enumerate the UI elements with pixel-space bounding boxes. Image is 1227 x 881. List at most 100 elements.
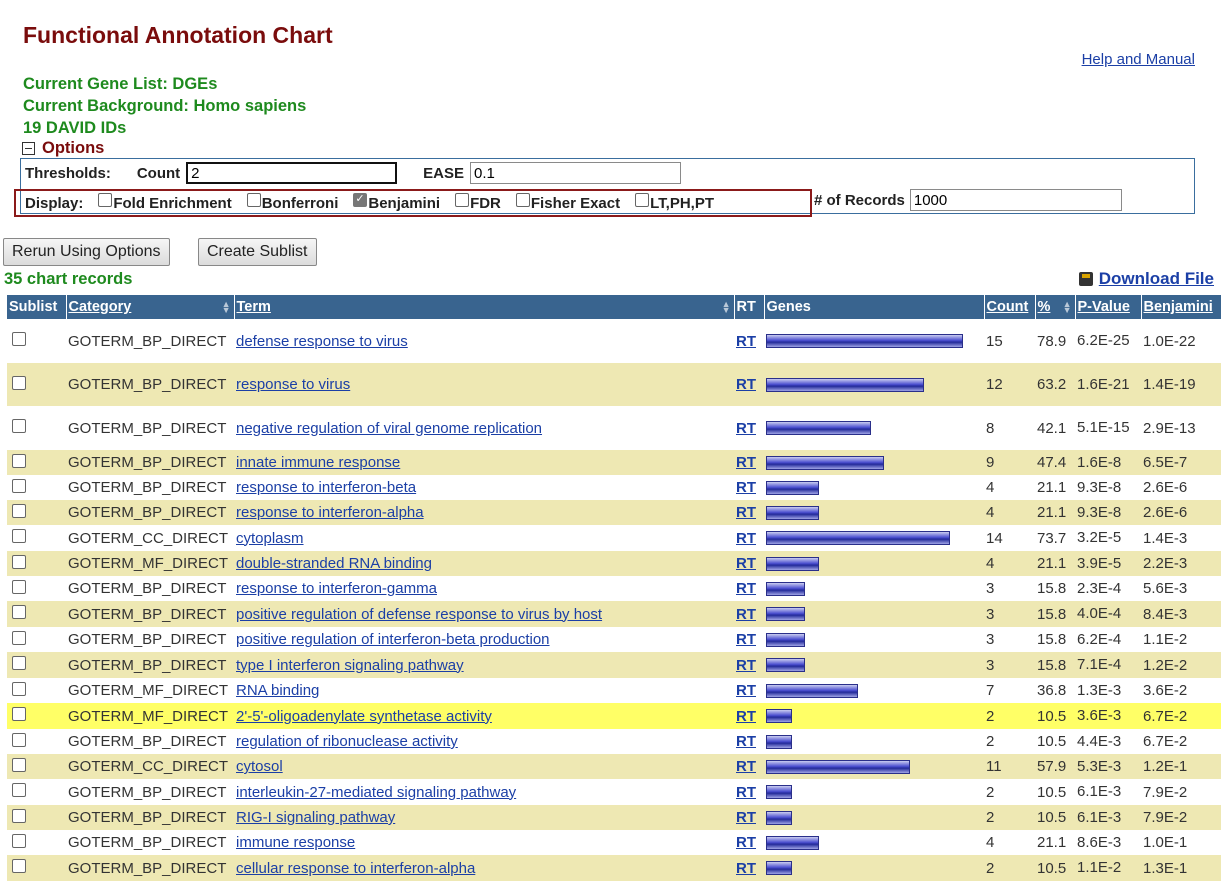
rt-link[interactable]: RT xyxy=(736,758,756,775)
genes-cell[interactable] xyxy=(764,576,984,601)
download-file-link[interactable]: Download File xyxy=(1078,269,1214,289)
display-option[interactable]: Bonferroni xyxy=(246,193,338,212)
genes-cell[interactable] xyxy=(764,475,984,500)
term-link[interactable]: cytoplasm xyxy=(236,530,304,547)
genes-cell[interactable] xyxy=(764,319,984,363)
genes-cell[interactable] xyxy=(764,500,984,525)
sort-count-link[interactable]: Count xyxy=(987,299,1029,315)
rt-link[interactable]: RT xyxy=(736,333,756,350)
gene-count-bar[interactable] xyxy=(766,835,819,850)
rt-link[interactable]: RT xyxy=(736,682,756,699)
display-checkbox[interactable] xyxy=(635,193,650,207)
row-checkbox[interactable] xyxy=(12,630,26,645)
header-benjamini[interactable]: Benjamini xyxy=(1141,295,1222,319)
options-toggle[interactable]: Options xyxy=(22,139,104,158)
genes-cell[interactable] xyxy=(764,363,984,406)
gene-count-bar[interactable] xyxy=(766,861,792,875)
header-percent[interactable]: % ▲ ▼ xyxy=(1035,295,1076,319)
header-count[interactable]: Count xyxy=(984,295,1036,319)
sort-percent-link[interactable]: % xyxy=(1038,299,1051,315)
rt-link[interactable]: RT xyxy=(736,376,756,393)
term-link[interactable]: positive regulation of interferon-beta p… xyxy=(236,631,550,648)
row-checkbox[interactable] xyxy=(12,681,26,696)
gene-count-bar[interactable] xyxy=(766,607,805,621)
term-link[interactable]: response to interferon-gamma xyxy=(236,580,437,597)
count-threshold-input[interactable] xyxy=(186,162,398,184)
header-category[interactable]: Category ▲ ▼ xyxy=(66,295,235,319)
display-option[interactable]: Fisher Exact xyxy=(515,193,620,212)
genes-cell[interactable] xyxy=(764,754,984,779)
rt-link[interactable]: RT xyxy=(736,530,756,547)
rt-link[interactable]: RT xyxy=(736,784,756,801)
display-checkbox[interactable] xyxy=(455,193,470,207)
rt-link[interactable]: RT xyxy=(736,504,756,521)
term-link[interactable]: positive regulation of defense response … xyxy=(236,606,602,623)
row-checkbox[interactable] xyxy=(12,757,26,772)
term-link[interactable]: immune response xyxy=(236,834,355,851)
row-checkbox[interactable] xyxy=(12,707,26,721)
gene-count-bar[interactable] xyxy=(766,377,924,392)
row-checkbox[interactable] xyxy=(12,503,26,518)
gene-count-bar[interactable] xyxy=(766,709,792,723)
genes-cell[interactable] xyxy=(764,703,984,729)
gene-count-bar[interactable] xyxy=(766,632,805,647)
gene-count-bar[interactable] xyxy=(766,455,884,470)
term-link[interactable]: response to interferon-alpha xyxy=(236,504,424,521)
gene-count-bar[interactable] xyxy=(766,556,819,571)
genes-cell[interactable] xyxy=(764,779,984,805)
row-checkbox[interactable] xyxy=(12,859,26,873)
gene-count-bar[interactable] xyxy=(766,505,819,520)
term-link[interactable]: RIG-I signaling pathway xyxy=(236,809,395,826)
gene-count-bar[interactable] xyxy=(766,785,792,799)
display-option[interactable]: LT,PH,PT xyxy=(635,193,714,212)
help-manual-link[interactable]: Help and Manual xyxy=(1082,51,1195,68)
row-checkbox[interactable] xyxy=(12,732,26,747)
genes-cell[interactable] xyxy=(764,601,984,627)
term-link[interactable]: negative regulation of viral genome repl… xyxy=(236,420,542,437)
rt-link[interactable]: RT xyxy=(736,420,756,437)
gene-count-bar[interactable] xyxy=(766,480,819,495)
sort-arrows-icon[interactable]: ▲ ▼ xyxy=(722,300,731,315)
row-checkbox[interactable] xyxy=(12,808,26,823)
create-sublist-button[interactable]: Create Sublist xyxy=(198,238,317,266)
gene-count-bar[interactable] xyxy=(766,734,792,749)
gene-count-bar[interactable] xyxy=(766,759,910,774)
row-checkbox[interactable] xyxy=(12,554,26,569)
genes-cell[interactable] xyxy=(764,805,984,830)
genes-cell[interactable] xyxy=(764,525,984,551)
genes-cell[interactable] xyxy=(764,406,984,450)
term-link[interactable]: double-stranded RNA binding xyxy=(236,555,432,572)
rt-link[interactable]: RT xyxy=(736,733,756,750)
rt-link[interactable]: RT xyxy=(736,479,756,496)
row-checkbox[interactable] xyxy=(12,656,26,670)
display-checkbox[interactable] xyxy=(98,193,113,207)
row-checkbox[interactable] xyxy=(12,375,26,390)
sort-category-link[interactable]: Category xyxy=(69,299,132,315)
genes-cell[interactable] xyxy=(764,729,984,754)
genes-cell[interactable] xyxy=(764,450,984,475)
term-link[interactable]: 2'-5'-oligoadenylate synthetase activity xyxy=(236,708,492,725)
row-checkbox[interactable] xyxy=(12,783,26,797)
term-link[interactable]: cellular response to interferon-alpha xyxy=(236,860,475,877)
records-input[interactable] xyxy=(909,189,1122,211)
collapse-icon[interactable] xyxy=(22,142,35,155)
display-checkbox[interactable] xyxy=(515,193,530,207)
row-checkbox[interactable] xyxy=(12,579,26,594)
term-link[interactable]: response to virus xyxy=(236,376,350,393)
genes-cell[interactable] xyxy=(764,855,984,881)
rerun-options-button[interactable]: Rerun Using Options xyxy=(3,238,170,266)
term-link[interactable]: innate immune response xyxy=(236,454,400,471)
display-checkbox[interactable] xyxy=(353,192,368,207)
term-link[interactable]: interleukin-27-mediated signaling pathwa… xyxy=(236,784,516,801)
genes-cell[interactable] xyxy=(764,678,984,703)
rt-link[interactable]: RT xyxy=(736,555,756,572)
rt-link[interactable]: RT xyxy=(736,657,756,674)
term-link[interactable]: cytosol xyxy=(236,758,283,775)
rt-link[interactable]: RT xyxy=(736,860,756,877)
rt-link[interactable]: RT xyxy=(736,631,756,648)
gene-count-bar[interactable] xyxy=(766,658,805,672)
genes-cell[interactable] xyxy=(764,830,984,855)
row-checkbox[interactable] xyxy=(12,453,26,468)
term-link[interactable]: regulation of ribonuclease activity xyxy=(236,733,458,750)
rt-link[interactable]: RT xyxy=(736,580,756,597)
